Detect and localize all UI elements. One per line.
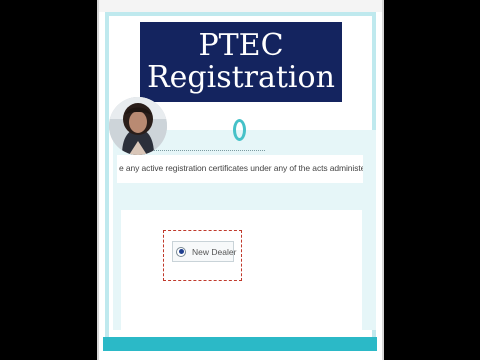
title-banner: PTEC Registration [140,22,342,102]
window-top-bar [99,0,382,12]
radio-selected-dot [178,249,184,254]
loading-ring-icon [233,119,246,141]
frame-border-top [105,12,376,16]
bottom-bar [103,337,377,351]
radio-label: New Dealer [192,246,237,257]
divider [145,150,265,151]
radio-button[interactable] [176,246,186,257]
title-line-1: PTEC [198,27,284,63]
question-text: e any active registration certificates u… [119,163,363,173]
frame-border-left [105,12,109,342]
new-dealer-radio-option[interactable]: New Dealer [172,241,237,262]
title-line-2: Registration [147,60,335,95]
presenter-avatar [109,97,167,155]
